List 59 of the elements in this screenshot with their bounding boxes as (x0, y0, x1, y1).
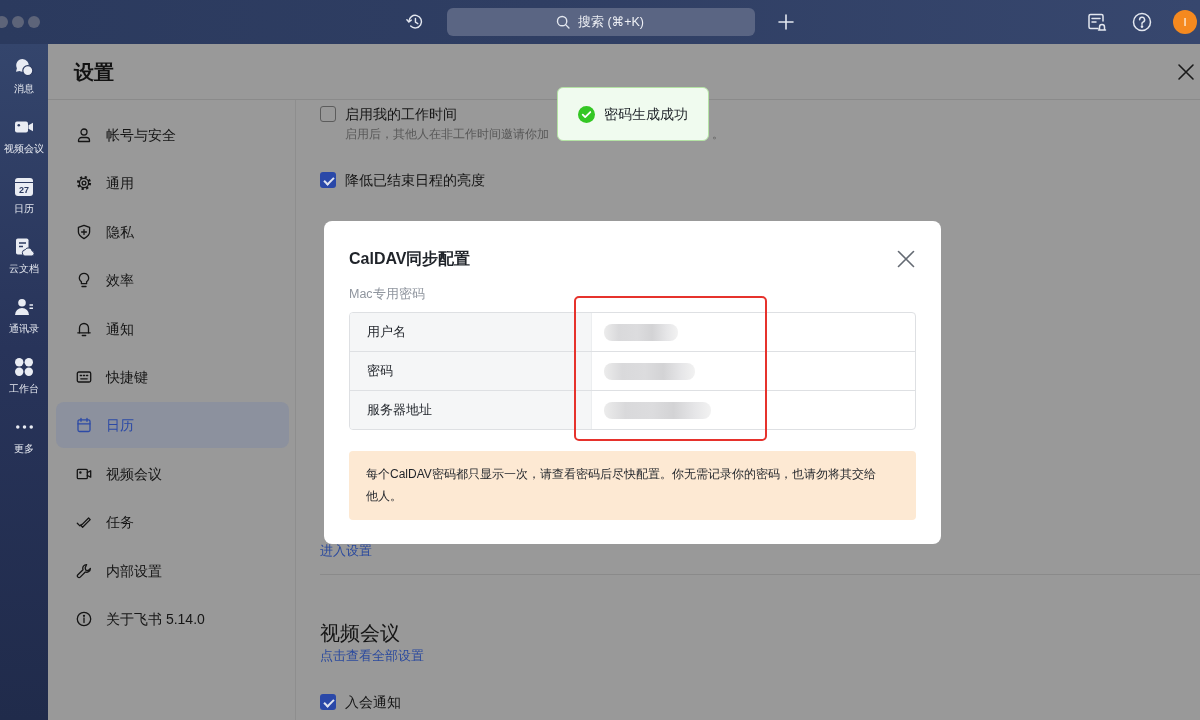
settings-nav-item[interactable]: 内部设置 (56, 547, 289, 594)
settings-nav-item[interactable]: 快捷键 (56, 353, 289, 400)
setting-label: 启用我的工作时间 (345, 105, 457, 124)
rail-item[interactable]: 云文档 (0, 224, 48, 284)
more-icon (15, 425, 33, 429)
settings-nav-item[interactable]: 通用 (56, 160, 289, 207)
table-cell: 服务器地址 (350, 391, 592, 429)
table-cell: 用户名 (350, 313, 592, 351)
rail-item[interactable]: 通讯录 (0, 284, 48, 344)
setting-label: 入会通知 (345, 693, 401, 712)
settings-nav-item[interactable]: 帐号与安全 (56, 112, 289, 158)
person-list-icon (14, 297, 34, 317)
settings-nav-item[interactable]: 隐私 (56, 208, 289, 255)
gear-icon (76, 175, 92, 192)
window-title: 设置 (74, 59, 114, 85)
table-cell: 密码 (350, 352, 592, 390)
checkbox[interactable] (320, 172, 336, 188)
search-field[interactable]: 搜索 (⌘+K) (447, 8, 755, 36)
settings-nav-item[interactable]: 通知 (56, 305, 289, 352)
settings-nav-item[interactable]: 视频会议 (56, 450, 289, 497)
close-icon[interactable] (897, 250, 915, 268)
rail-item[interactable]: 视频会议 (0, 104, 48, 164)
history-icon[interactable] (406, 13, 424, 31)
setting-description: 。 (712, 126, 724, 143)
check-pencil-icon (76, 514, 92, 531)
notice-banner: 每个CalDAV密码都只显示一次，请查看密码后尽快配置。你无需记录你的密码，也请勿将其交给他人。 (349, 451, 916, 520)
checkbox[interactable] (320, 694, 336, 710)
rail-item[interactable]: 消息 (0, 44, 48, 104)
close-icon[interactable] (1177, 62, 1195, 81)
check-circle-icon (578, 105, 595, 123)
rail-item[interactable]: 27 日历 (0, 164, 48, 224)
plus-icon[interactable] (778, 14, 794, 30)
dialog-title: CalDAV同步配置 (349, 249, 471, 269)
app-grid-icon (14, 357, 34, 377)
help-icon[interactable] (1132, 12, 1152, 32)
setting-description: 启用后，其他人在非工作时间邀请你加 (345, 126, 549, 143)
settings-nav-item[interactable]: 效率 (56, 257, 289, 304)
wrench-icon (76, 562, 92, 579)
info-icon (76, 610, 92, 627)
rail-item[interactable]: 工作台 (0, 344, 48, 404)
user-icon (76, 127, 92, 143)
document-bell-icon[interactable] (1087, 12, 1107, 32)
search-icon (556, 15, 570, 29)
toast-message: 密码生成成功 (604, 105, 688, 124)
settings-nav-item[interactable]: 任务 (56, 499, 289, 546)
shield-icon (76, 223, 92, 240)
checkbox[interactable] (320, 106, 336, 122)
settings-nav-item[interactable]: 关于飞书 5.14.0 (56, 595, 289, 642)
section-label: Mac专用密码 (349, 286, 425, 303)
setting-label: 降低已结束日程的亮度 (345, 171, 485, 190)
calendar-date: 27 (19, 184, 29, 196)
calendar-icon (76, 417, 92, 434)
rail-item[interactable]: 更多 (0, 404, 48, 464)
keyboard-icon (76, 368, 92, 385)
document-cloud-icon (14, 237, 34, 257)
chat-bubbles-icon (14, 57, 34, 77)
lightbulb-icon (76, 272, 92, 289)
section-title: 视频会议 (320, 621, 400, 645)
bell-icon (76, 320, 92, 337)
